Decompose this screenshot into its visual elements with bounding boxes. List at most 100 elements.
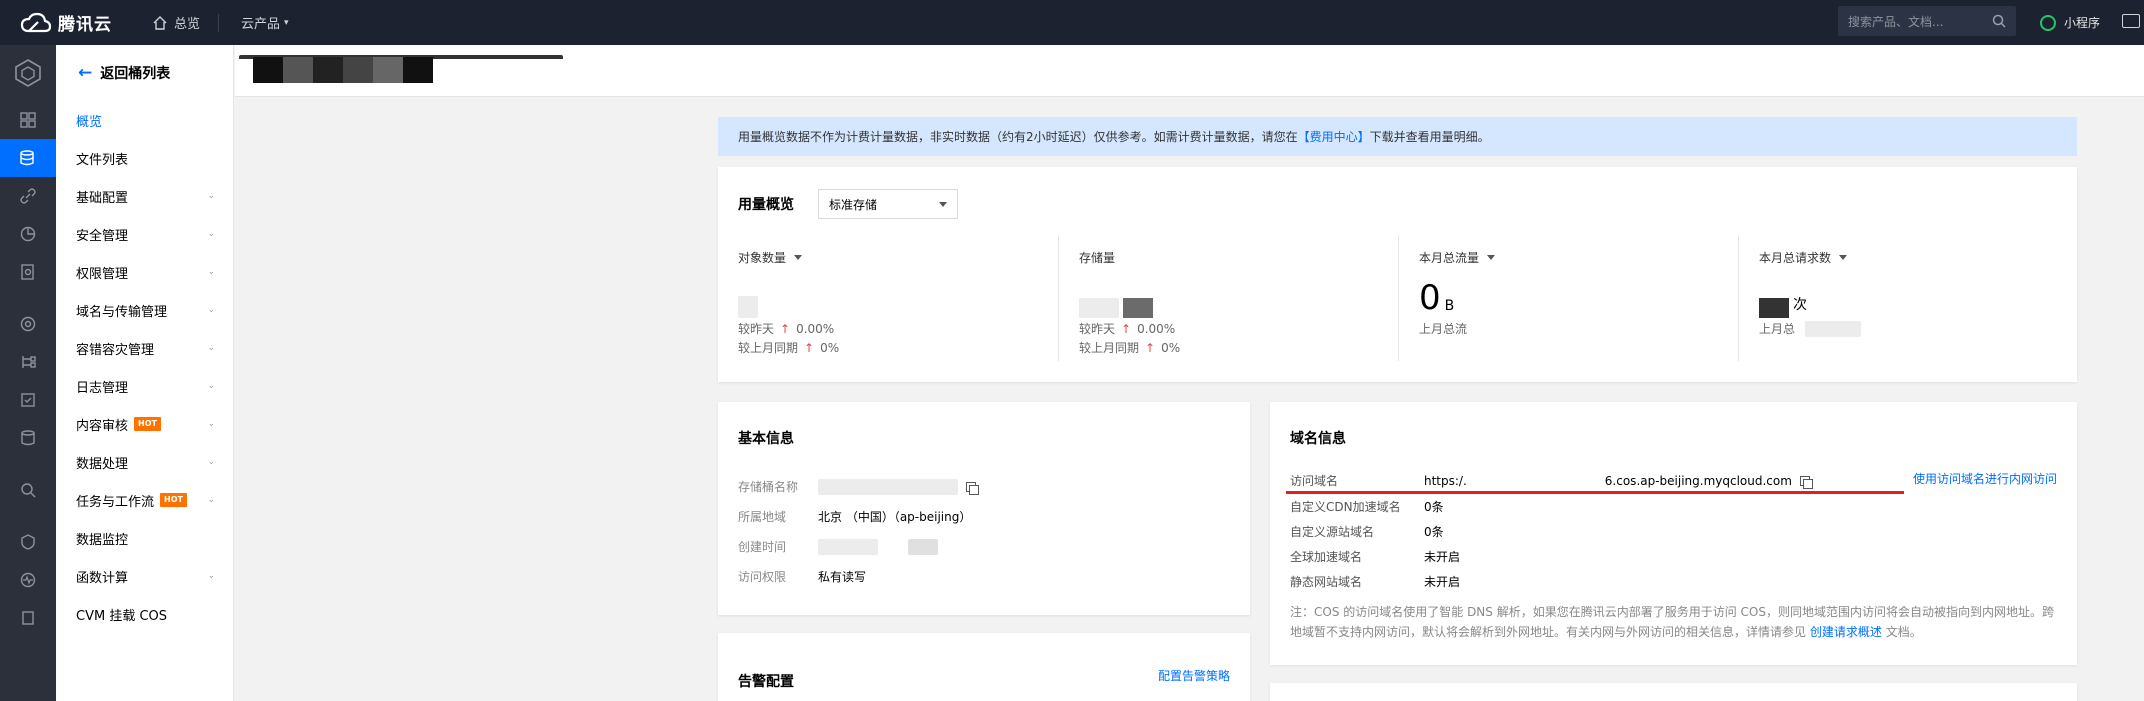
caret-down-icon [939, 201, 947, 207]
storage-class-select[interactable]: 标准存储 [818, 189, 958, 219]
doc-icon[interactable] [0, 599, 56, 637]
dashboard-icon[interactable] [0, 101, 56, 139]
database-icon[interactable] [0, 419, 56, 457]
sidebar-item[interactable]: 任务与工作流 HOT ⌄ [56, 481, 233, 519]
mini-program-label: 小程序 [2064, 16, 2101, 30]
info-row-acl: 访问权限 私有读写 [738, 568, 866, 585]
sidebar-item-label: 数据监控 [76, 532, 129, 548]
access-domain-prefix: https:/. [1424, 473, 1467, 488]
next-card [1270, 683, 2077, 701]
copy-icon[interactable] [966, 481, 979, 495]
sidebar-item[interactable]: CVM 挂载 COS [56, 595, 233, 633]
sidebar-item-label: 安全管理 [76, 228, 129, 244]
copy-icon[interactable] [1799, 475, 1813, 489]
chevron-down-icon: ▾ [284, 17, 289, 28]
dns-note: 注：COS 的访问域名使用了智能 DNS 解析，如果您在腾讯云内部署了服务用于访… [1290, 602, 2060, 642]
storage-class-value: 标准存储 [829, 197, 878, 212]
request-unit: 次 [1793, 297, 1807, 313]
sidebar-item[interactable]: 基础配置 ⌄ [56, 177, 233, 215]
back-to-bucket-list[interactable]: ← 返回桶列表 [56, 45, 233, 101]
info-key: 创建时间 [738, 540, 787, 554]
file-search-icon[interactable] [0, 253, 56, 291]
request-overview-link[interactable]: 创建请求概述 [1810, 625, 1882, 639]
sidebar-item-label: 函数计算 [76, 570, 129, 586]
sidebar-item[interactable]: 概览 [56, 101, 233, 139]
intranet-access-link[interactable]: 使用访问域名进行内网访问 [1913, 470, 2057, 487]
caret-down-icon[interactable] [1839, 255, 1848, 260]
checklist-icon[interactable] [0, 381, 56, 419]
search-icon[interactable] [1992, 14, 2006, 28]
access-domain-suffix: 6.cos.ap-beijing.myqcloud.com [1604, 473, 1792, 488]
sidebar-item[interactable]: 权限管理 ⌄ [56, 253, 233, 291]
sidebar-item[interactable]: 安全管理 ⌄ [56, 215, 233, 253]
sidebar-item[interactable]: 内容审核 HOT ⌄ [56, 405, 233, 443]
sidebar-item[interactable]: 函数计算 ⌄ [56, 557, 233, 595]
info-key: 访问权限 [738, 570, 787, 584]
nav-products[interactable]: 云产品 ▾ [229, 0, 301, 45]
icon-rail [0, 45, 56, 701]
usage-overview-card: 用量概览 标准存储 对象数量 较昨天 ↑ 0.00% 较上月同期 ↑ 0% 存储量 较昨… [718, 167, 2077, 382]
metric-object-count: 对象数量 较昨天 ↑ 0.00% 较上月同期 ↑ 0% [718, 235, 1058, 361]
cube-logo-icon[interactable] [0, 45, 56, 101]
arrow-up-icon: ↑ [1145, 340, 1156, 355]
compare-label: 较上月同期 [1079, 341, 1140, 355]
shield-icon[interactable] [0, 523, 56, 561]
billing-center-link[interactable]: 【费用中心】 [1298, 128, 1370, 145]
sidebar-item[interactable]: 域名与传输管理 ⌄ [56, 291, 233, 329]
compare-label: 较上月同期 [738, 341, 799, 355]
metric-label: 本月总流量 [1419, 251, 1480, 265]
sidebar-item[interactable]: 日志管理 ⌄ [56, 367, 233, 405]
redacted-bucket-name [253, 57, 433, 83]
cloud-logo-icon [20, 12, 52, 32]
hot-badge: HOT [134, 417, 161, 431]
domain-row-origin: 自定义源站域名 0条 [1290, 523, 1444, 540]
mini-program-link[interactable]: 小程序 [2040, 0, 2100, 45]
caret-down-icon[interactable] [794, 255, 803, 260]
search-detail-icon[interactable] [0, 471, 56, 509]
red-underline-annotation [1286, 491, 1904, 494]
sidebar-item[interactable]: 数据处理 ⌄ [56, 443, 233, 481]
basic-info-card: 基本信息 存储桶名称 所属地域 北京 （中国）（ap-beijing） 创建时间… [718, 402, 1250, 615]
caret-down-icon[interactable] [1487, 255, 1496, 260]
redacted-request-count [1759, 298, 1789, 318]
globe-icon[interactable] [0, 305, 56, 343]
arrow-left-icon: ← [78, 63, 93, 83]
chevron-down-icon: ⌄ [207, 495, 215, 505]
note-text-end: 文档。 [1885, 625, 1922, 639]
back-label: 返回桶列表 [100, 66, 171, 82]
configure-alert-link[interactable]: 配置告警策略 [1158, 667, 1230, 684]
note-text: 注：COS 的访问域名使用了智能 DNS 解析，如果您在腾讯云内部署了服务用于访… [1290, 605, 2054, 639]
chevron-down-icon: ⌄ [207, 267, 215, 277]
sidebar-item[interactable]: 文件列表 [56, 139, 233, 177]
compare-value: 0.00% [1137, 321, 1176, 336]
chevron-down-icon: ⌄ [207, 191, 215, 201]
basic-info-title: 基本信息 [738, 431, 794, 447]
chevron-down-icon: ⌄ [207, 571, 215, 581]
tree-icon[interactable] [0, 343, 56, 381]
chevron-down-icon: ⌄ [207, 457, 215, 467]
hot-badge: HOT [160, 493, 187, 507]
pie-chart-icon[interactable] [0, 215, 56, 253]
info-value: 北京 （中国）（ap-beijing） [818, 510, 972, 524]
bucket-icon[interactable] [0, 139, 56, 177]
sidebar-item[interactable]: 数据监控 [56, 519, 233, 557]
domain-info-title: 域名信息 [1290, 431, 1346, 447]
chevron-down-icon: ⌄ [207, 229, 215, 239]
search-input[interactable]: 搜索产品、文档... [1838, 6, 2016, 36]
nav-home[interactable]: 总览 [140, 0, 212, 45]
traffic-value: 0 [1419, 278, 1441, 318]
link-icon[interactable] [0, 177, 56, 215]
traffic-unit: B [1444, 298, 1455, 314]
chevron-down-icon: ⌄ [207, 419, 215, 429]
arrow-up-icon: ↑ [780, 321, 791, 336]
info-key: 所属地域 [738, 510, 787, 524]
domain-value: 未开启 [1424, 550, 1461, 564]
metric-monthly-traffic: 本月总流量 0B 上月总流 [1398, 235, 1738, 361]
bucket-sidebar: ← 返回桶列表 概览 文件列表 基础配置 ⌄ 安全管理 ⌄ 权限管理 ⌄ 域名与传输管理 ⌄ 容错容… [56, 45, 234, 701]
monitor-icon[interactable] [0, 561, 56, 599]
chevron-down-icon: ⌄ [207, 343, 215, 353]
brand-logo[interactable]: 腾讯云 [0, 10, 130, 35]
mail-icon[interactable] [2122, 14, 2140, 28]
sidebar-item[interactable]: 容错容灾管理 ⌄ [56, 329, 233, 367]
info-row-region: 所属地域 北京 （中国）（ap-beijing） [738, 508, 971, 525]
